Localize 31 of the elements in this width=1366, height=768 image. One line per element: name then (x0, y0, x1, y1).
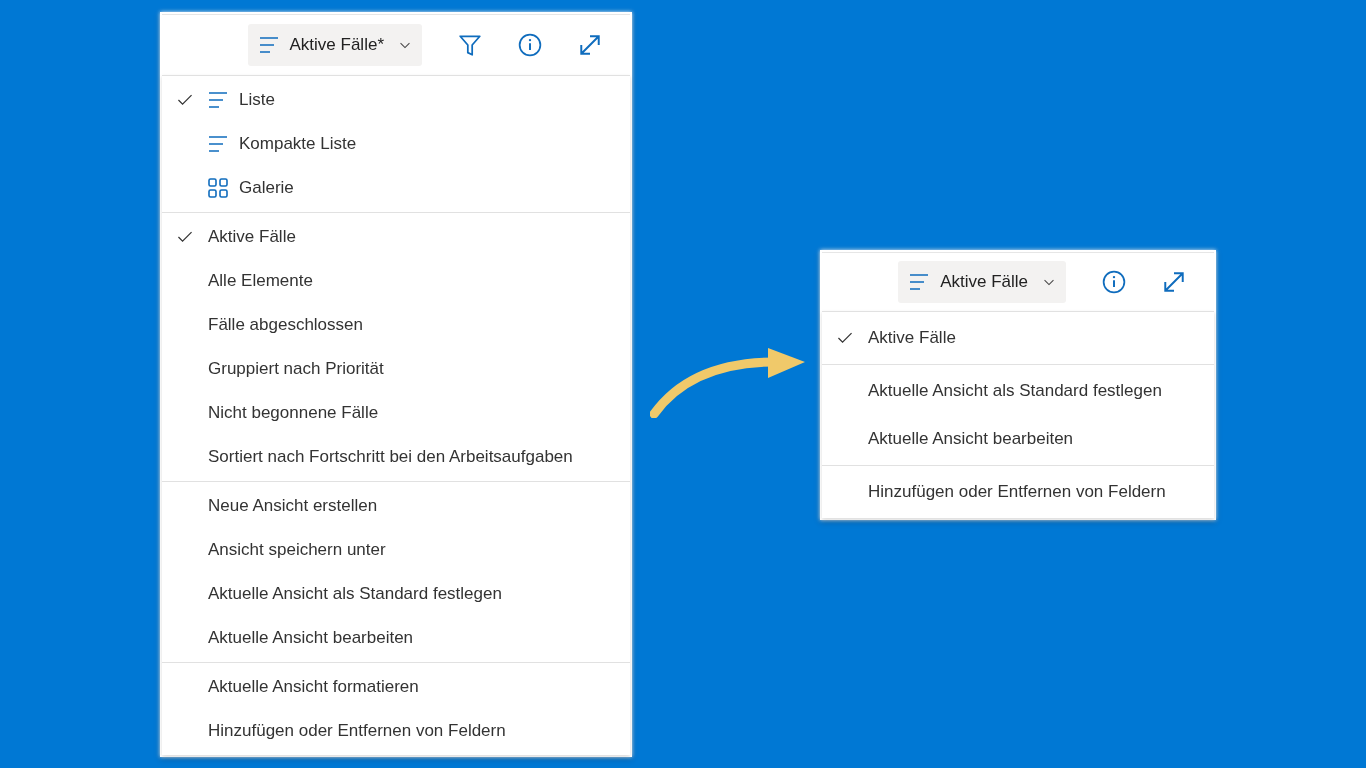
menu-item[interactable]: Neue Ansicht erstellen (162, 484, 630, 528)
menu-item[interactable]: Liste (162, 78, 630, 122)
list-icon (908, 271, 931, 293)
menu-item[interactable]: Aktuelle Ansicht bearbeiten (822, 415, 1214, 463)
menu-item[interactable]: Aktive Fälle (822, 314, 1214, 362)
info-icon (518, 33, 542, 57)
menu-item[interactable]: Ansicht speichern unter (162, 528, 630, 572)
menu-item[interactable]: Sortiert nach Fortschritt bei den Arbeitsaufgaben (162, 435, 630, 479)
menu-item[interactable]: Aktuelle Ansicht als Standard festlegen (822, 367, 1214, 415)
menu-item[interactable]: Hinzufügen oder Entfernen von Feldern (822, 468, 1214, 516)
view-selector-button[interactable]: Aktive Fälle* (247, 24, 422, 66)
view-selector-button[interactable]: Aktive Fälle (898, 261, 1066, 303)
menu-item[interactable]: Galerie (162, 166, 630, 210)
expand-icon (1162, 270, 1186, 294)
menu-item[interactable]: Aktive Fälle (162, 215, 630, 259)
list-icon (207, 133, 229, 155)
menu-item[interactable]: Kompakte Liste (162, 122, 630, 166)
menu-item[interactable]: Gruppiert nach Priorität (162, 347, 630, 391)
menu-item[interactable]: Aktuelle Ansicht formatieren (162, 665, 630, 709)
list-icon (257, 34, 280, 56)
menu-item[interactable]: Aktuelle Ansicht bearbeiten (162, 616, 630, 660)
info-icon (1102, 270, 1126, 294)
list-icon (207, 89, 229, 111)
expand-icon (578, 33, 602, 57)
filter-icon (458, 33, 482, 57)
menu-item[interactable]: Hinzufügen oder Entfernen von Feldern (162, 709, 630, 753)
menu-item[interactable]: Nicht begonnene Fälle (162, 391, 630, 435)
menu-item[interactable]: Aktuelle Ansicht als Standard festlegen (162, 572, 630, 616)
menu-item[interactable]: Alle Elemente (162, 259, 630, 303)
grid-icon (207, 177, 229, 199)
menu-item[interactable]: Fälle abgeschlossen (162, 303, 630, 347)
